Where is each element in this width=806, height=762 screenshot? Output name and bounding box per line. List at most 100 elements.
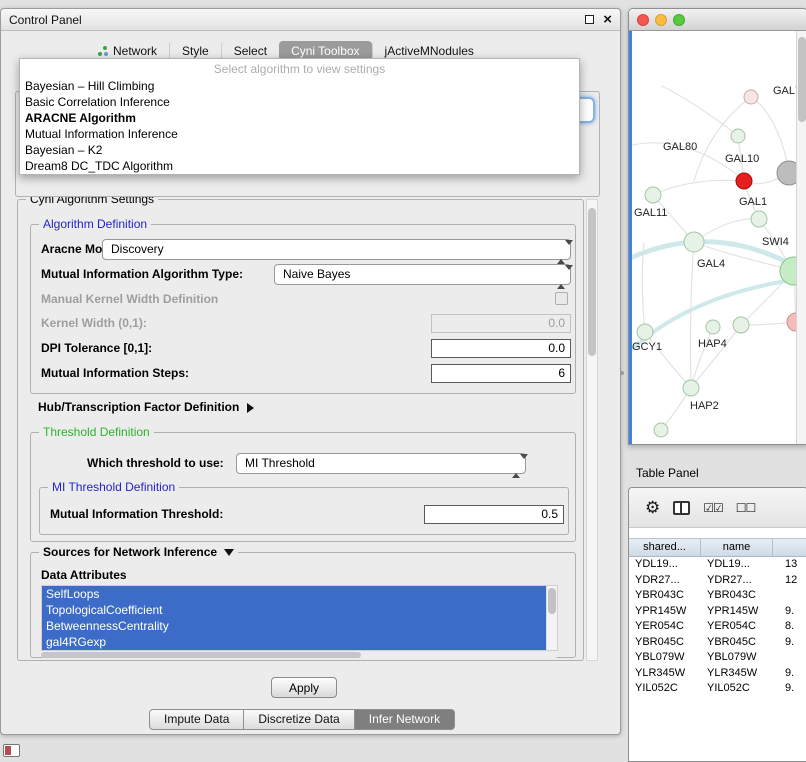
attributes-hscrollbar[interactable] xyxy=(41,652,558,658)
table-row[interactable]: YER054CYER054C8. xyxy=(629,619,806,635)
scrollbar-thumb[interactable] xyxy=(798,37,806,122)
attribute-item-betweennesscentrality[interactable]: BetweennessCentrality xyxy=(42,618,546,634)
sources-group-title[interactable]: Sources for Network Inference xyxy=(39,545,238,560)
table-cell[interactable]: YPR145W xyxy=(629,604,701,620)
attributes-vscrollbar[interactable] xyxy=(546,586,557,650)
network-window-titlebar[interactable] xyxy=(629,9,806,31)
network-edge[interactable] xyxy=(690,242,694,388)
table-cell[interactable]: YDR27... xyxy=(629,573,701,589)
scrollbar-thumb[interactable] xyxy=(548,588,556,614)
attribute-item-topologicalcoefficient[interactable]: TopologicalCoefficient xyxy=(42,602,546,618)
data-attributes-list[interactable]: SelfLoopsTopologicalCoefficientBetweenne… xyxy=(41,585,558,651)
table-cell[interactable]: 8. xyxy=(773,619,806,635)
table-row[interactable]: YBR045CYBR045C9. xyxy=(629,635,806,651)
select-all-icon[interactable]: ☑☑ xyxy=(703,501,723,515)
table-cell[interactable]: YER054C xyxy=(701,619,773,635)
scrollbar-thumb[interactable] xyxy=(588,208,596,356)
close-window-icon[interactable] xyxy=(637,14,649,26)
network-node[interactable] xyxy=(736,173,752,189)
table-cell[interactable]: YBL079W xyxy=(629,650,701,666)
tab-discretize-data[interactable]: Discretize Data xyxy=(244,709,354,730)
mi-threshold-input[interactable]: 0.5 xyxy=(424,505,564,524)
network-edge[interactable] xyxy=(662,86,738,136)
table-cell[interactable]: YBR043C xyxy=(701,588,773,604)
network-node[interactable] xyxy=(654,423,668,437)
expand-arrow-icon[interactable] xyxy=(247,403,254,413)
deselect-all-icon[interactable]: ☐☐ xyxy=(736,501,756,515)
table-cell[interactable]: YBR045C xyxy=(701,635,773,651)
table-cell[interactable]: YDL19... xyxy=(701,557,773,573)
table-cell[interactable]: YBL079W xyxy=(701,650,773,666)
minimize-window-icon[interactable] xyxy=(655,14,667,26)
dpi-tolerance-input[interactable]: 0.0 xyxy=(431,339,571,358)
gear-icon[interactable]: ⚙ xyxy=(645,499,660,516)
aracne-mode-select[interactable]: Discovery xyxy=(102,239,571,260)
network-node[interactable] xyxy=(645,187,661,203)
zoom-window-icon[interactable] xyxy=(673,14,685,26)
kernel-width-input[interactable]: 0.0 xyxy=(431,314,571,333)
column-header-name[interactable]: name xyxy=(701,539,773,556)
table-cell[interactable] xyxy=(773,588,806,604)
float-window-icon[interactable] xyxy=(585,15,594,24)
columns-icon[interactable] xyxy=(673,501,690,515)
apply-button[interactable]: Apply xyxy=(271,677,337,698)
table-cell[interactable]: YER054C xyxy=(629,619,701,635)
splitter-handle[interactable] xyxy=(620,371,624,375)
network-node[interactable] xyxy=(733,317,749,333)
table-row[interactable]: YBL079WYBL079W xyxy=(629,650,806,666)
network-node[interactable] xyxy=(706,320,720,334)
table-row[interactable]: YDR27...YDR27...12 xyxy=(629,573,806,589)
table-cell[interactable]: 9. xyxy=(773,681,806,697)
algorithm-option-mutual-information-inference[interactable]: Mutual Information Inference xyxy=(20,126,579,142)
table-cell[interactable]: YPR145W xyxy=(701,604,773,620)
table-row[interactable]: YBR043CYBR043C xyxy=(629,588,806,604)
network-canvas[interactable]: GAL7GAL80GAL10GAL11GAL1SWI4GAL4GCY1HAP4H… xyxy=(629,31,806,444)
hub-definition-section[interactable]: Hub/Transcription Factor Definition xyxy=(38,400,254,414)
algorithm-option-basic-correlation-inference[interactable]: Basic Correlation Inference xyxy=(20,94,579,110)
table-cell[interactable]: YIL052C xyxy=(701,681,773,697)
network-edge[interactable] xyxy=(691,327,713,388)
tab-impute-data[interactable]: Impute Data xyxy=(149,709,244,730)
close-panel-icon[interactable]: × xyxy=(603,11,612,29)
network-node[interactable] xyxy=(744,90,758,104)
network-node[interactable] xyxy=(751,211,767,227)
network-edge[interactable] xyxy=(691,325,741,388)
table-cell[interactable]: YDR27... xyxy=(701,573,773,589)
mi-steps-input[interactable]: 6 xyxy=(431,364,571,383)
which-threshold-select[interactable]: MI Threshold xyxy=(236,453,526,474)
table-cell[interactable]: YBR043C xyxy=(629,588,701,604)
attribute-item-gal4rgexp[interactable]: gal4RGexp xyxy=(42,634,546,650)
mi-type-select[interactable]: Naive Bayes xyxy=(274,264,571,285)
network-node[interactable] xyxy=(683,380,699,396)
table-cell[interactable]: 12 xyxy=(773,573,806,589)
table-cell[interactable]: YIL052C xyxy=(629,681,701,697)
table-cell[interactable] xyxy=(773,650,806,666)
table-row[interactable]: YLR345WYLR345W9. xyxy=(629,666,806,682)
table-cell[interactable]: 13 xyxy=(773,557,806,573)
scrollbar-thumb[interactable] xyxy=(41,652,361,658)
tab-infer-network[interactable]: Infer Network xyxy=(355,709,455,730)
algorithm-option-dream8-dc-tdc-algorithm[interactable]: Dream8 DC_TDC Algorithm xyxy=(20,158,579,174)
network-node[interactable] xyxy=(731,129,745,143)
algorithm-option-bayesian-k2[interactable]: Bayesian – K2 xyxy=(20,142,579,158)
settings-vscrollbar[interactable] xyxy=(586,199,598,661)
table-cell[interactable]: YDL19... xyxy=(629,557,701,573)
network-edge[interactable] xyxy=(642,243,645,332)
table-cell[interactable]: YBR045C xyxy=(629,635,701,651)
network-vscrollbar[interactable] xyxy=(796,31,806,444)
table-cell[interactable]: 9. xyxy=(773,635,806,651)
table-cell[interactable]: 9. xyxy=(773,666,806,682)
table-row[interactable]: YIL052CYIL052C9. xyxy=(629,681,806,697)
attribute-item-selfloops[interactable]: SelfLoops xyxy=(42,586,546,602)
network-edge[interactable] xyxy=(653,180,744,195)
table-cell[interactable]: YLR345W xyxy=(701,666,773,682)
table-cell[interactable]: YLR345W xyxy=(629,666,701,682)
network-node[interactable] xyxy=(684,232,704,252)
algorithm-option-aracne-algorithm[interactable]: ARACNE Algorithm xyxy=(20,110,579,126)
collapse-arrow-icon[interactable] xyxy=(224,549,234,556)
column-header-shared-[interactable]: shared... xyxy=(629,539,701,556)
network-node[interactable] xyxy=(637,324,653,340)
algorithm-option-bayesian-hill-climbing[interactable]: Bayesian – Hill Climbing xyxy=(20,78,579,94)
table-row[interactable]: YDL19...YDL19...13 xyxy=(629,557,806,573)
minimized-panel-icon[interactable] xyxy=(3,744,20,757)
